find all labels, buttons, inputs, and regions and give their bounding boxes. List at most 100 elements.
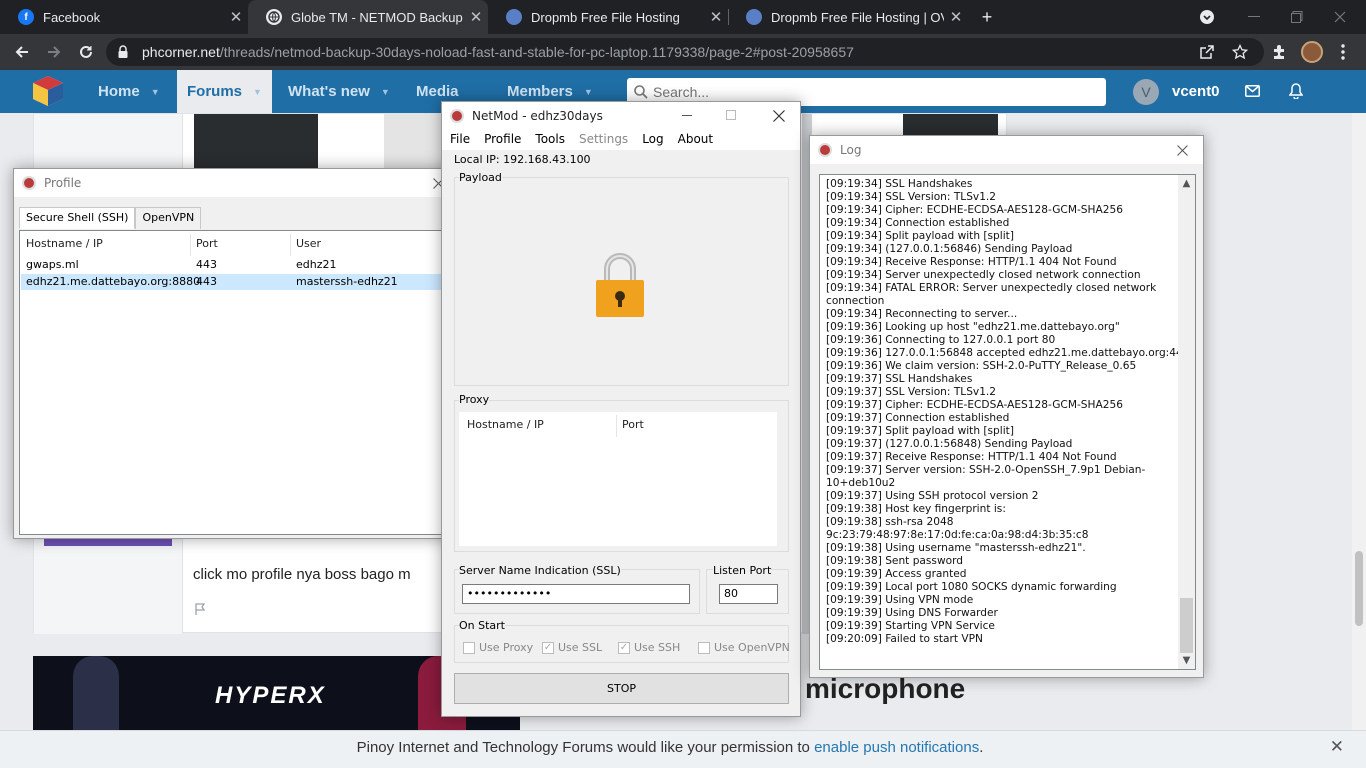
facebook-icon: f [18,9,34,25]
chevron-down-icon[interactable]: ▼ [584,87,593,97]
page-scrollbar[interactable] [1352,113,1366,732]
column-header[interactable]: Hostname / IP [467,418,544,436]
close-icon[interactable] [758,102,800,130]
close-window-icon[interactable] [1328,5,1352,29]
dropmb-icon [506,9,522,25]
table-row-selected[interactable]: edhz21.me.dattebayo.org:8880 443 masters… [21,274,455,290]
inbox-envelope-icon[interactable] [1245,85,1260,97]
notification-bell-icon[interactable] [1289,83,1303,99]
chevron-down-icon[interactable]: ▼ [253,87,262,97]
close-icon[interactable]: ✕ [1330,737,1344,757]
scrollbar-thumb[interactable] [1355,551,1363,626]
menu-log[interactable]: Log [634,130,669,150]
browser-tab-strip: f Facebook ✕ Globe TM - NETMOD Backup 30… [0,0,1366,34]
log-scrollbar[interactable]: ▲ ▼ [1178,175,1195,669]
new-tab-button[interactable]: + [975,5,999,29]
payload-label: Payload [459,171,502,184]
browser-tab-globe-netmod[interactable]: Globe TM - NETMOD Backup 30D ✕ [248,0,488,34]
stop-button[interactable]: STOP [454,673,789,704]
open-in-app-icon[interactable] [1200,45,1214,59]
tab-openvpn[interactable]: OpenVPN [135,207,202,229]
check-icon[interactable]: ✓ [542,641,554,654]
use-ssh-checkbox[interactable]: ✓ Use SSH [618,641,680,654]
column-header[interactable]: Hostname / IP [26,237,103,255]
use-proxy-checkbox[interactable]: Use Proxy [463,641,533,654]
chevron-down-icon[interactable]: ▼ [151,87,160,97]
scroll-up-arrow-icon[interactable]: ▲ [1178,175,1195,192]
back-arrow-icon[interactable] [9,39,35,65]
enable-push-link[interactable]: enable push notifications [814,739,979,756]
menu-settings[interactable]: Settings [571,130,634,150]
phcorner-logo-icon[interactable] [30,74,66,108]
log-line: [09:19:39] Starting VPN Service [826,620,995,632]
log-line: [09:19:39] Using DNS Forwarder [826,607,998,619]
push-notification-bar: Pinoy Internet and Technology Forums wou… [0,730,1366,768]
close-icon[interactable] [1161,136,1203,164]
browser-tab-facebook[interactable]: f Facebook ✕ [0,0,248,34]
table-row[interactable]: gwaps.ml 443 edhz21 [21,257,455,273]
log-line: [09:19:37] Connection established [826,412,1010,424]
column-header[interactable]: Port [196,237,218,255]
netmod-app-icon [22,176,36,190]
netmod-app-icon [818,143,832,157]
close-icon[interactable]: ✕ [704,8,728,26]
reload-icon[interactable] [73,39,99,65]
address-bar[interactable]: phcorner.net/threads/netmod-backup-30day… [106,38,1264,66]
close-icon[interactable]: ✕ [224,8,248,26]
extensions-puzzle-icon[interactable] [1271,44,1287,60]
log-window: Log [09:19:34] SSL Handshakes [09:19:34] … [809,135,1204,678]
close-icon[interactable]: ✕ [944,8,968,26]
column-header[interactable]: Port [622,418,644,436]
log-textbox[interactable]: [09:19:34] SSL Handshakes [09:19:34] SSL … [819,174,1196,670]
scroll-down-arrow-icon[interactable]: ▼ [1178,652,1195,669]
tab-search-icon[interactable] [1195,5,1219,29]
use-ssl-checkbox[interactable]: ✓ Use SSL [542,641,602,654]
minimize-icon[interactable] [682,108,692,124]
check-icon[interactable]: ✓ [618,641,630,654]
proxy-label: Proxy [459,393,490,406]
report-flag-icon[interactable] [194,603,207,616]
row-host: gwaps.ml [26,258,79,271]
tab-secure-shell[interactable]: Secure Shell (SSH) [19,207,136,229]
browser-tab-dropmb-ovpn[interactable]: Dropmb Free File Hosting | OVPN ✕ [728,0,968,34]
bookmark-star-icon[interactable] [1232,44,1248,60]
menu-bar: File Profile Tools Settings Log About [442,130,800,150]
profile-avatar-icon[interactable] [1301,41,1323,63]
use-openvpn-checkbox[interactable]: Use OpenVPN [698,641,790,654]
tab-title: Facebook [43,9,101,25]
nav-home[interactable]: Home ▼ [98,70,160,113]
row-user: edhz21 [296,258,337,271]
minimize-icon[interactable] [1242,5,1266,29]
nav-media-label: Media [416,83,459,100]
forward-arrow-icon[interactable] [41,39,67,65]
sni-field[interactable]: ••••••••••••• [462,584,690,604]
column-header[interactable]: User [296,237,321,255]
window-titlebar[interactable]: Profile [14,169,459,197]
menu-about[interactable]: About [670,130,719,150]
restore-icon[interactable] [1285,5,1309,29]
chevron-down-icon[interactable]: ▼ [381,87,390,97]
search-input[interactable] [653,82,1093,102]
log-line: [09:19:36] We claim version: SSH-2.0-PuT… [826,360,1137,372]
nav-forums[interactable]: Forums ▼ [177,70,272,113]
avatar[interactable]: V [1133,79,1159,105]
listen-port-field[interactable]: 80 [719,584,778,604]
browser-tab-dropmb[interactable]: Dropmb Free File Hosting ✕ [488,0,728,34]
log-line: [09:19:34] SSL Handshakes [826,178,973,190]
checkbox-box[interactable] [698,641,710,654]
log-line: [09:19:37] Using SSH protocol version 2 [826,490,1039,502]
username[interactable]: vcent0 [1172,83,1220,100]
sni-label: Server Name Indication (SSL) [459,564,621,577]
checkbox-box[interactable] [463,641,475,654]
menu-profile[interactable]: Profile [476,130,527,150]
window-titlebar[interactable]: NetMod - edhz30days [442,102,800,130]
scrollbar-thumb[interactable] [1180,598,1193,653]
kebab-menu-icon[interactable] [1341,44,1345,60]
tab-title: Dropmb Free File Hosting [531,9,680,25]
menu-file[interactable]: File [442,130,476,150]
window-titlebar[interactable]: Log [810,136,1203,164]
maximize-icon[interactable] [726,108,736,124]
close-icon[interactable]: ✕ [464,8,488,26]
menu-tools[interactable]: Tools [527,130,571,150]
nav-whats-new[interactable]: What's new ▼ [288,70,390,113]
